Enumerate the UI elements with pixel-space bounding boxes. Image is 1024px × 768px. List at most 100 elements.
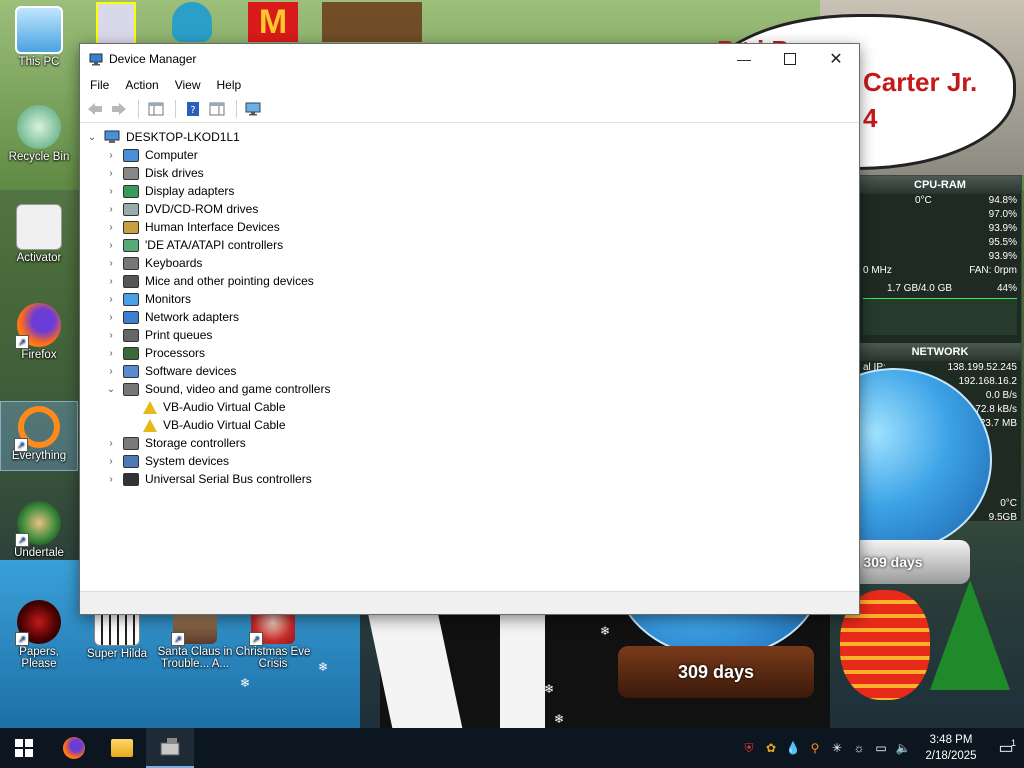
tray-app-icon[interactable]: ☼ [848,728,870,768]
close-button[interactable]: ✕ [813,44,859,74]
collapse-chevron-icon[interactable]: ⌄ [86,132,98,143]
volume-button[interactable]: 🔈 [892,728,914,768]
tree-node[interactable]: › Mice and other pointing devices [105,272,313,290]
tree-node[interactable]: › Network adapters [105,308,239,326]
expand-chevron-icon[interactable]: › [105,438,117,449]
forward-button[interactable] [108,99,130,119]
expand-chevron-icon[interactable]: › [105,222,117,233]
tree-node[interactable]: ⌄ Sound, video and game controllers [105,380,331,398]
tree-node[interactable]: › Print queues [105,326,212,344]
scan-hardware-monitor-icon [245,102,261,116]
expand-chevron-icon[interactable]: › [105,330,117,341]
internal-ip: 192.168.16.2 [958,376,1017,387]
desktop-icon-label: Papers, Please [19,646,59,670]
tree-node[interactable]: › Monitors [105,290,191,308]
clock[interactable]: 3:48 PM 2/18/2025 [914,732,988,764]
tray-app-icon[interactable]: ✿ [760,728,782,768]
usb-icon [123,472,139,486]
expand-chevron-icon[interactable]: › [105,186,117,197]
tree-node[interactable]: › Processors [105,344,205,362]
tree-node[interactable]: › Disk drives [105,164,203,182]
tray-app-icon[interactable]: ✳ [826,728,848,768]
expand-chevron-icon[interactable]: › [105,474,117,485]
expand-chevron-icon[interactable]: › [105,294,117,305]
desktop-icon-firefox[interactable]: ↗ Firefox [1,303,77,361]
expand-chevron-icon[interactable]: › [105,348,117,359]
start-button[interactable] [0,728,48,768]
network-title: NETWORK [859,343,1021,361]
tree-node[interactable]: › Keyboards [105,254,202,272]
show-hide-console-tree-button[interactable] [145,99,167,119]
expand-chevron-icon[interactable]: › [105,168,117,179]
tree-root[interactable]: ⌄ DESKTOP-LKOD1L1 [86,128,240,146]
tray-app-icon[interactable]: 💧 [782,728,804,768]
ram-graph [863,298,1017,335]
tree-node[interactable]: › 'DE ATA/ATAPI controllers [105,236,283,254]
menu-file[interactable]: File [82,78,117,92]
network-icon: ▭ [875,741,887,755]
mouse-icon [123,274,139,288]
desktop-icon-label: Everything [11,450,67,462]
this-pc-icon [15,6,63,54]
tray-app-icon[interactable]: ⛨ [738,728,760,768]
tray-app-icon[interactable]: ⚲ [804,728,826,768]
expand-chevron-icon[interactable]: › [105,366,117,377]
taskbar-file-explorer-button[interactable] [98,728,146,768]
collapse-chevron-icon[interactable]: ⌄ [105,384,117,395]
undertale-icon: ↗ [15,501,61,547]
expand-chevron-icon[interactable]: › [105,204,117,215]
tree-node-label: Print queues [145,328,213,342]
window-titlebar[interactable]: Device Manager — ✕ [80,44,859,74]
expand-chevron-icon[interactable]: › [105,276,117,287]
expand-chevron-icon[interactable]: › [105,150,117,161]
shortcut-arrow-icon: ↗ [249,632,263,646]
tree-node[interactable]: › System devices [105,452,229,470]
scan-hardware-button[interactable] [243,99,265,119]
menu-action[interactable]: Action [117,78,166,92]
menu-view[interactable]: View [167,78,209,92]
maximize-button[interactable] [767,44,813,74]
taskbar-firefox-button[interactable] [50,728,98,768]
help-icon: ? [187,102,199,116]
tree-node[interactable]: › Storage controllers [105,434,245,452]
network-status-button[interactable]: ▭ [870,728,892,768]
notification-center-button[interactable]: ▭ 1 [988,728,1024,768]
desktop-icon-label: Christmas Eve Crisis [235,646,311,670]
help-button[interactable]: ? [182,99,204,119]
desktop-icon-recycle-bin[interactable]: Recycle Bin [1,105,77,163]
tree-node[interactable]: › Display adapters [105,182,234,200]
tree-node[interactable]: VB-Audio Virtual Cable [125,398,286,416]
warning-audio-device-icon [143,400,157,414]
desktop-icon-undertale[interactable]: ↗ Undertale [1,501,77,559]
cpu-load: 94.8% [988,195,1017,206]
tree-node[interactable]: › Universal Serial Bus controllers [105,470,311,488]
snowflake-icon: ❄ [600,624,611,638]
computer-icon [123,148,139,162]
expand-chevron-icon[interactable]: › [105,456,117,467]
tree-node[interactable]: › DVD/CD-ROM drives [105,200,258,218]
device-tree: ⌄ DESKTOP-LKOD1L1 › Computer › Disk drives ›… [80,124,859,592]
toolbar: ? [80,96,859,123]
desktop-icon-everything[interactable]: ↗ Everything [0,401,78,471]
tree-node[interactable]: › Human Interface Devices [105,218,279,236]
tree-node[interactable]: › Computer [105,146,197,164]
device-manager-taskbar-icon [160,738,180,756]
desktop-icon-activator[interactable]: Activator [1,204,77,264]
tree-node[interactable]: › Software devices [105,362,236,380]
desktop-icon-this-pc[interactable]: This PC [1,6,77,68]
expand-chevron-icon[interactable]: › [105,312,117,323]
tree-node[interactable]: VB-Audio Virtual Cable [125,416,286,434]
show-action-pane-button[interactable] [206,99,228,119]
papers-please-icon: ↗ [15,600,61,646]
disk-free: 9.5GB [988,512,1017,523]
back-button[interactable] [84,99,106,119]
clock-date: 2/18/2025 [925,750,977,762]
expand-chevron-icon[interactable]: › [105,258,117,269]
taskbar-device-manager-button[interactable] [146,728,194,768]
desktop-icon-papers-please[interactable]: ↗ Papers, Please [1,600,77,670]
tree-node-label: Network adapters [145,310,240,324]
shortcut-arrow-icon: ↗ [14,438,28,452]
expand-chevron-icon[interactable]: › [105,240,117,251]
menu-help[interactable]: Help [209,78,250,92]
minimize-button[interactable]: — [721,44,767,74]
